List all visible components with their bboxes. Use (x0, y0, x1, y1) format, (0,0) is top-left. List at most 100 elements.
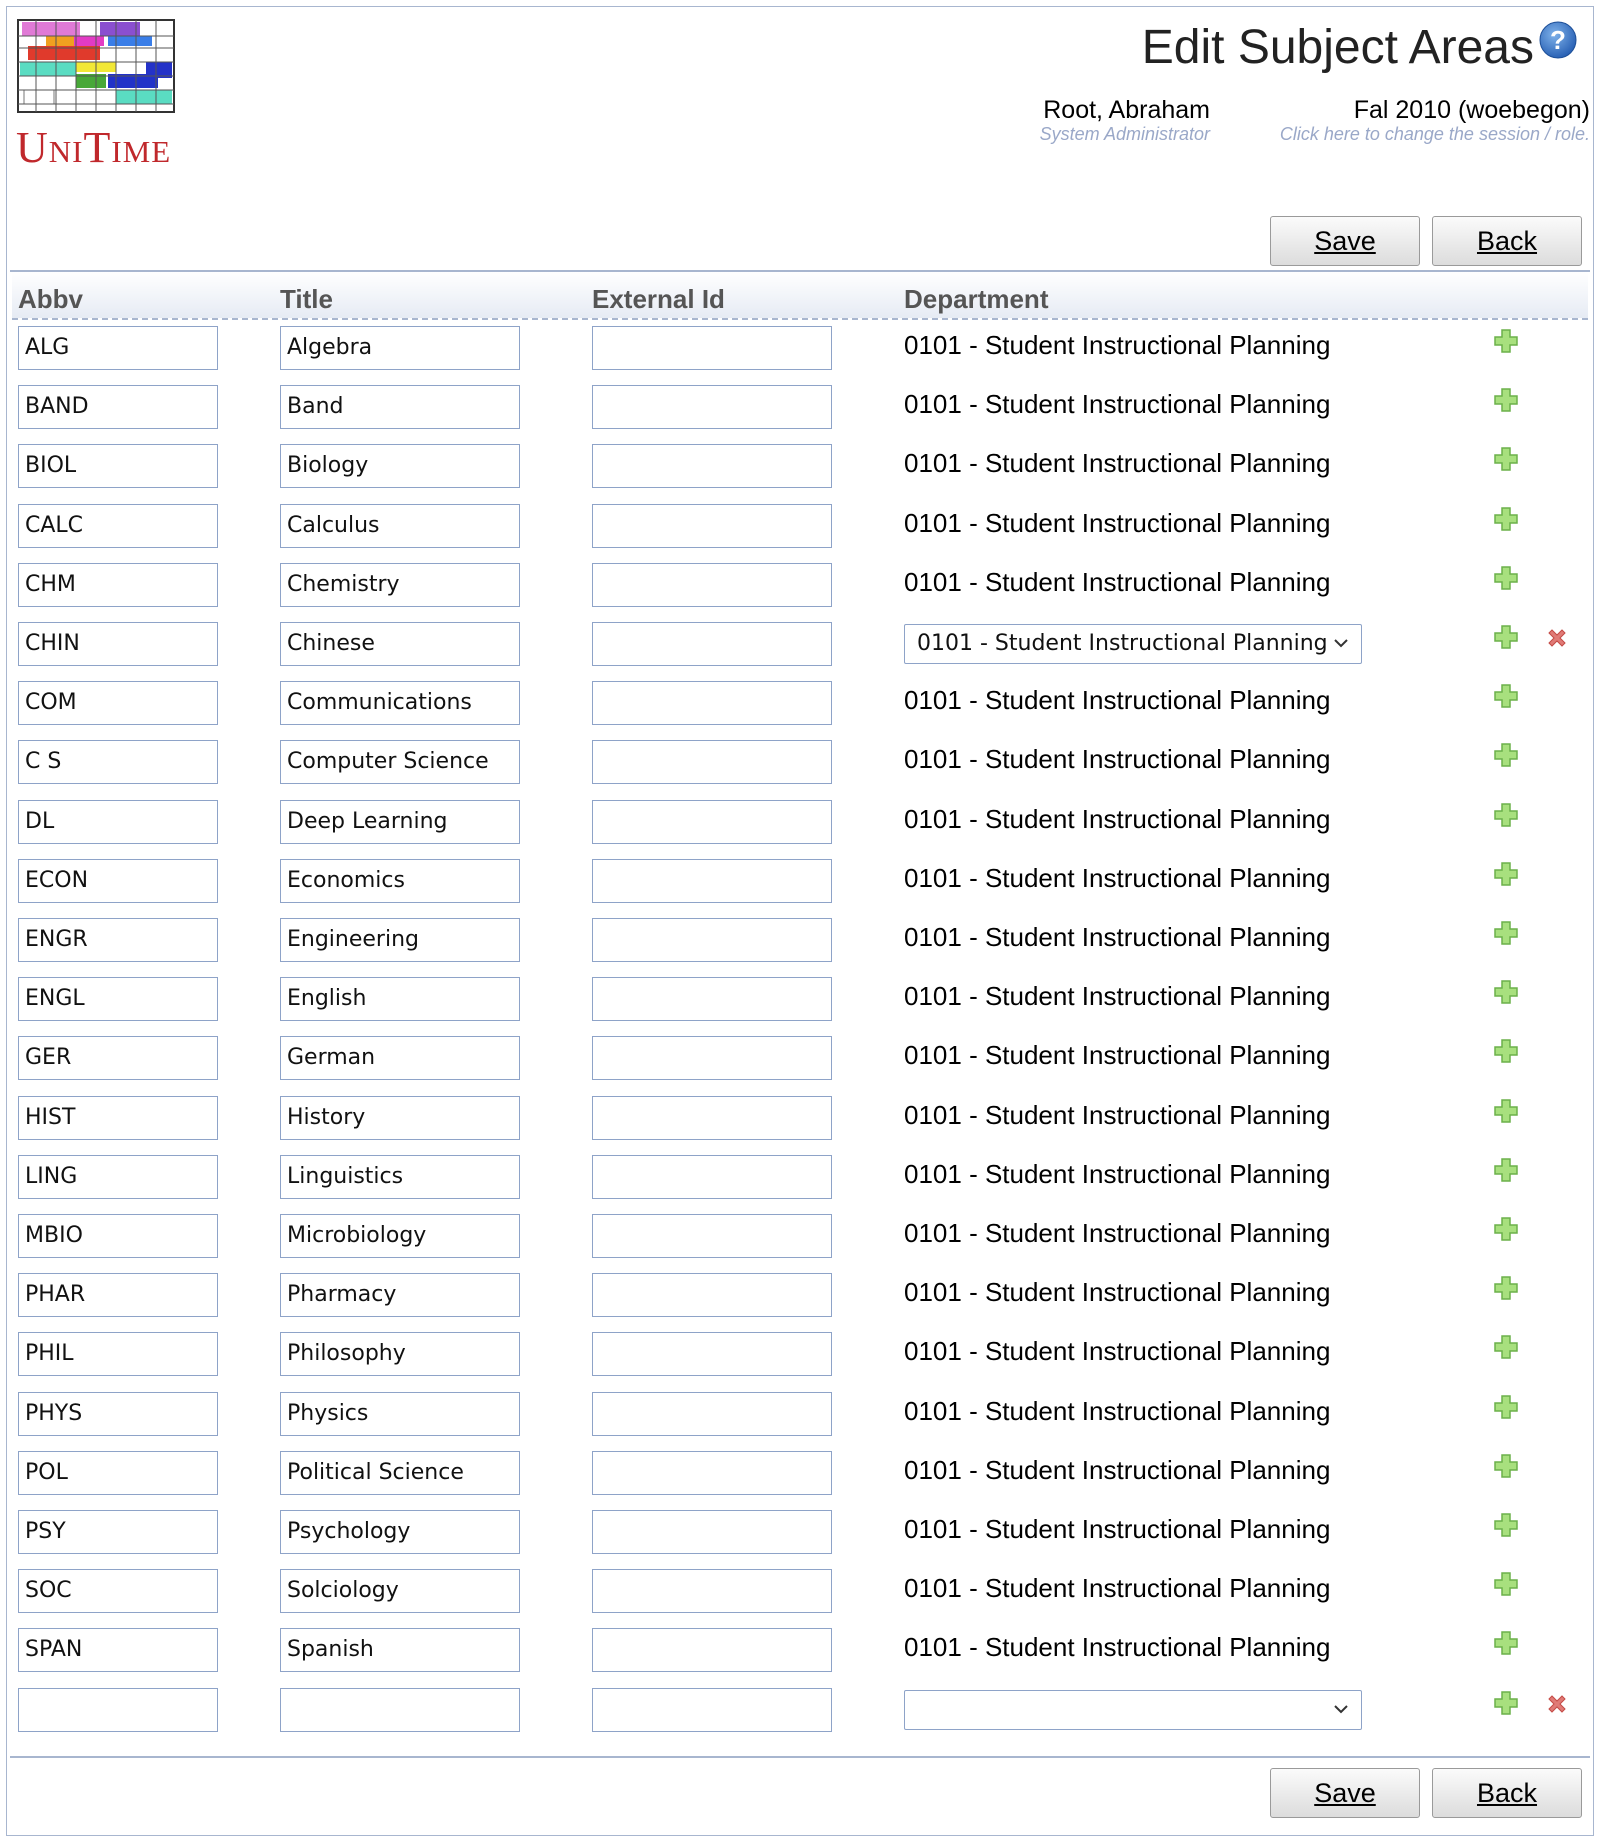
plus-icon[interactable] (1493, 1512, 1519, 1538)
plus-icon[interactable] (1493, 506, 1519, 532)
abbv-input[interactable]: BIOL (18, 444, 218, 488)
external-id-input[interactable] (592, 800, 832, 844)
external-id-input[interactable] (592, 681, 832, 725)
abbv-input[interactable]: C S (18, 740, 218, 784)
abbv-input[interactable]: PHAR (18, 1273, 218, 1317)
external-id-input[interactable] (592, 1214, 832, 1258)
abbv-input[interactable]: GER (18, 1036, 218, 1080)
abbv-input[interactable]: SPAN (18, 1628, 218, 1672)
abbv-input[interactable]: CHIN (18, 622, 218, 666)
plus-icon[interactable] (1493, 1275, 1519, 1301)
title-input[interactable] (280, 1688, 520, 1732)
external-id-input[interactable] (592, 1036, 832, 1080)
title-input[interactable]: Psychology (280, 1510, 520, 1554)
external-id-input[interactable] (592, 1332, 832, 1376)
back-button-top[interactable]: Back (1432, 216, 1582, 266)
external-id-input[interactable] (592, 326, 832, 370)
title-input[interactable]: Band (280, 385, 520, 429)
title-input[interactable]: Chinese (280, 622, 520, 666)
plus-icon[interactable] (1493, 328, 1519, 354)
abbv-input[interactable]: ENGR (18, 918, 218, 962)
plus-icon[interactable] (1493, 565, 1519, 591)
save-button-top[interactable]: Save (1270, 216, 1420, 266)
external-id-input[interactable] (592, 563, 832, 607)
external-id-input[interactable] (592, 977, 832, 1021)
title-input[interactable]: Spanish (280, 1628, 520, 1672)
abbv-input[interactable] (18, 1688, 218, 1732)
plus-icon[interactable] (1493, 1098, 1519, 1124)
back-button-bottom[interactable]: Back (1432, 1768, 1582, 1818)
plus-icon[interactable] (1493, 1453, 1519, 1479)
abbv-input[interactable]: BAND (18, 385, 218, 429)
external-id-input[interactable] (592, 1451, 832, 1495)
title-input[interactable]: Communications (280, 681, 520, 725)
title-input[interactable]: English (280, 977, 520, 1021)
plus-icon[interactable] (1493, 1038, 1519, 1064)
abbv-input[interactable]: LING (18, 1155, 218, 1199)
external-id-input[interactable] (592, 1273, 832, 1317)
plus-icon[interactable] (1493, 1334, 1519, 1360)
plus-icon[interactable] (1493, 1157, 1519, 1183)
plus-icon[interactable] (1493, 979, 1519, 1005)
department-select[interactable] (904, 1690, 1362, 1730)
abbv-input[interactable]: ECON (18, 859, 218, 903)
abbv-input[interactable]: POL (18, 1451, 218, 1495)
plus-icon[interactable] (1493, 683, 1519, 709)
plus-icon[interactable] (1493, 861, 1519, 887)
abbv-input[interactable]: CALC (18, 504, 218, 548)
plus-icon[interactable] (1493, 1571, 1519, 1597)
abbv-input[interactable]: MBIO (18, 1214, 218, 1258)
plus-icon[interactable] (1493, 920, 1519, 946)
title-input[interactable]: Deep Learning (280, 800, 520, 844)
external-id-input[interactable] (592, 504, 832, 548)
title-input[interactable]: Economics (280, 859, 520, 903)
title-input[interactable]: Biology (280, 444, 520, 488)
plus-icon[interactable] (1493, 1630, 1519, 1656)
department-select[interactable]: 0101 - Student Instructional Planning (904, 624, 1362, 664)
plus-icon[interactable] (1493, 624, 1519, 650)
external-id-input[interactable] (592, 1096, 832, 1140)
plus-icon[interactable] (1493, 1394, 1519, 1420)
plus-icon[interactable] (1493, 802, 1519, 828)
external-id-input[interactable] (592, 1628, 832, 1672)
abbv-input[interactable]: PSY (18, 1510, 218, 1554)
external-id-input[interactable] (592, 1155, 832, 1199)
plus-icon[interactable] (1493, 1690, 1519, 1716)
external-id-input[interactable] (592, 740, 832, 784)
external-id-input[interactable] (592, 1392, 832, 1436)
title-input[interactable]: Chemistry (280, 563, 520, 607)
help-icon[interactable]: ? (1538, 20, 1578, 60)
title-input[interactable]: Microbiology (280, 1214, 520, 1258)
unitime-logo[interactable]: UniTime (16, 18, 176, 178)
delete-icon[interactable] (1545, 1692, 1569, 1716)
title-input[interactable]: Engineering (280, 918, 520, 962)
plus-icon[interactable] (1493, 446, 1519, 472)
plus-icon[interactable] (1493, 387, 1519, 413)
title-input[interactable]: Calculus (280, 504, 520, 548)
abbv-input[interactable]: ENGL (18, 977, 218, 1021)
plus-icon[interactable] (1493, 1216, 1519, 1242)
title-input[interactable]: Physics (280, 1392, 520, 1436)
title-input[interactable]: Pharmacy (280, 1273, 520, 1317)
external-id-input[interactable] (592, 622, 832, 666)
abbv-input[interactable]: SOC (18, 1569, 218, 1613)
external-id-input[interactable] (592, 859, 832, 903)
title-input[interactable]: Linguistics (280, 1155, 520, 1199)
external-id-input[interactable] (592, 444, 832, 488)
plus-icon[interactable] (1493, 742, 1519, 768)
abbv-input[interactable]: ALG (18, 326, 218, 370)
title-input[interactable]: Philosophy (280, 1332, 520, 1376)
external-id-input[interactable] (592, 1510, 832, 1554)
abbv-input[interactable]: PHYS (18, 1392, 218, 1436)
abbv-input[interactable]: COM (18, 681, 218, 725)
session-info[interactable]: Fal 2010 (woebegon) Click here to change… (1260, 96, 1590, 144)
title-input[interactable]: History (280, 1096, 520, 1140)
abbv-input[interactable]: DL (18, 800, 218, 844)
title-input[interactable]: Algebra (280, 326, 520, 370)
external-id-input[interactable] (592, 918, 832, 962)
abbv-input[interactable]: HIST (18, 1096, 218, 1140)
abbv-input[interactable]: PHIL (18, 1332, 218, 1376)
external-id-input[interactable] (592, 385, 832, 429)
external-id-input[interactable] (592, 1688, 832, 1732)
abbv-input[interactable]: CHM (18, 563, 218, 607)
